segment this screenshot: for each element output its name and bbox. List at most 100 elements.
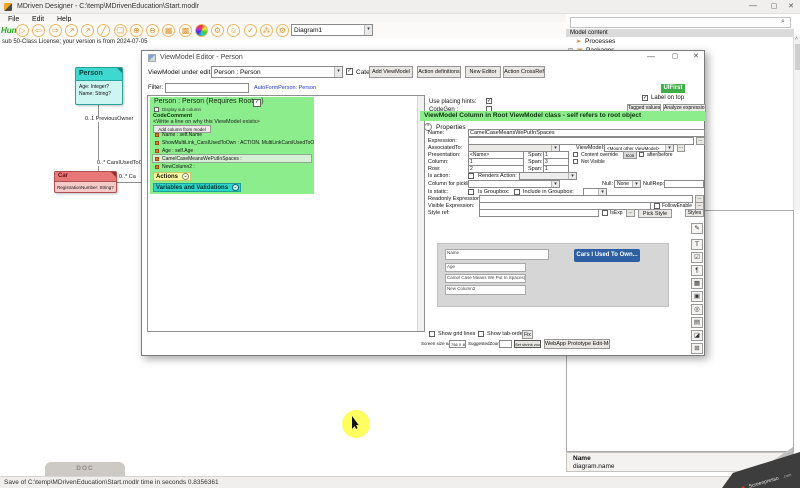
is-static-checkbox[interactable] (468, 189, 474, 195)
share-nodes-icon[interactable]: ⁂ (260, 24, 273, 37)
doc-tab[interactable]: DOC (45, 462, 125, 476)
gear-icon[interactable]: ⚙ (276, 24, 289, 37)
action-definitions-button[interactable]: Action definitions (417, 66, 461, 78)
scrollbar-thumb[interactable] (795, 44, 800, 70)
after-before-checkbox[interactable] (639, 152, 644, 157)
action-crossref-button[interactable]: Action CrossRef (503, 66, 545, 78)
pick-style-button[interactable]: Pick Style (638, 209, 672, 218)
chevron-down-icon[interactable]: ⌄ (182, 173, 189, 180)
viewmodel-column-row[interactable]: ShowMultiLink_CarsIUsedToOwn : ACTION. M… (162, 140, 314, 146)
fix-button[interactable]: Fix (522, 330, 533, 339)
preview-cars-button[interactable]: Cars I Used To Own... (574, 249, 640, 262)
chevron-down-icon[interactable]: ⌄ (232, 184, 239, 191)
show-tab-order-checkbox[interactable] (478, 331, 484, 337)
diagram-slide-icon[interactable]: ▦ (162, 24, 175, 37)
is-action-checkbox[interactable] (468, 173, 474, 179)
nullrep-input[interactable] (664, 180, 704, 188)
variables-section[interactable]: Variables and Validations ⌄ (153, 183, 241, 192)
sidebar-scrollbar[interactable]: ˄ (793, 36, 800, 210)
forward-icon[interactable]: ⇨ (49, 24, 62, 37)
dropdown-arrow-icon[interactable]: ▾ (568, 173, 576, 179)
tree-item-processes[interactable]: Processes (585, 38, 615, 45)
preview-field-newcolumn2[interactable]: New Column2 (445, 285, 526, 295)
style-ellipsis-button[interactable]: ... (626, 209, 635, 217)
pointer-line-icon[interactable]: ↗ (81, 24, 94, 37)
checkbox-column-icon[interactable]: ☑ (691, 252, 703, 263)
preview-field-age[interactable]: Age (445, 263, 526, 272)
user-icon[interactable]: ☺ (227, 24, 240, 37)
image-column-icon[interactable]: ▣ (691, 291, 703, 302)
zoom-out-icon[interactable]: ⊖ (146, 24, 159, 37)
filter-input[interactable] (165, 83, 249, 93)
null-combo[interactable]: None ▾ (614, 180, 641, 188)
back-icon[interactable]: ⇦ (32, 24, 45, 37)
viewmodel-mount-combo[interactable]: <Mount other ViewModel> ▾ (604, 144, 674, 152)
viewmodel-column-row-selected[interactable]: CamelCaseMeansWePutInSpaces : (162, 156, 242, 162)
line-tool-icon[interactable]: ╱ (97, 24, 110, 37)
date-column-icon[interactable]: ▦ (691, 278, 703, 289)
style-edit-icon[interactable]: ✎ (691, 223, 703, 234)
window-close-button[interactable]: ✕ (784, 1, 798, 13)
dropdown-arrow-icon[interactable]: ▾ (632, 181, 640, 187)
styles-button[interactable]: Styles (685, 209, 704, 217)
column-for-picklist-combo[interactable]: ▾ (468, 180, 560, 188)
preview-field-name[interactable]: Name (445, 249, 549, 260)
renders-action-combo[interactable]: ▾ (519, 172, 577, 180)
not-visible-checkbox[interactable] (573, 159, 578, 164)
viewport-icon[interactable]: ❏ (114, 24, 127, 37)
categ-checkbox[interactable]: ✓ (346, 68, 353, 75)
search-icon[interactable]: ⌕ (781, 18, 785, 26)
link-column-icon[interactable]: ◎ (691, 304, 703, 315)
dialog-minimize-button[interactable]: — (643, 52, 659, 63)
name-input[interactable]: CamelCaseMeansWePutInSpaces (468, 129, 705, 137)
viewmodel-column-row[interactable]: NewColumn2 : (162, 164, 195, 170)
display-sub-column-checkbox[interactable] (154, 107, 159, 112)
icon-button[interactable]: Icon (623, 151, 637, 159)
autoform-link[interactable]: AutoFormPerson: Person (254, 85, 316, 91)
screen-size-value[interactable]: 756 X 800 (449, 340, 466, 348)
dropdown-arrow-icon[interactable]: ▾ (665, 145, 673, 151)
add-viewmodel-button[interactable]: Add ViewModel (369, 66, 413, 78)
dropdown-arrow-icon[interactable]: ▾ (364, 25, 372, 35)
dialog-close-button[interactable]: ✕ (689, 52, 703, 63)
webapp-prototype-button[interactable]: WebApp Prototype Edit-Mode (544, 339, 610, 349)
association-label-cars-partial[interactable]: 0..* Ca (119, 174, 141, 180)
style-ref-input[interactable] (479, 209, 599, 217)
footer-column-icon[interactable]: ⊞ (691, 343, 703, 354)
set-shrink-zoom-button[interactable]: Set shrink zoom to fit (514, 340, 541, 348)
diagram-slide-alt-icon[interactable]: ▩ (179, 24, 192, 37)
show-grid-lines-checkbox[interactable] (429, 331, 435, 337)
under-edit-combo[interactable]: Person : Person ▾ (211, 66, 343, 78)
dropdown-arrow-icon[interactable]: ▾ (551, 181, 559, 187)
dropdown-arrow-icon[interactable]: ▾ (334, 67, 342, 77)
suggested-zoom-input[interactable] (499, 340, 512, 348)
actions-section[interactable]: Actions ⌄ (153, 172, 191, 181)
search-input[interactable]: Start a search like this /Class[/Member] (570, 17, 791, 28)
expression-ellipsis-button[interactable]: ... (696, 137, 705, 145)
text-column-icon[interactable]: T (691, 239, 703, 250)
enum-column-icon[interactable]: ¶ (691, 265, 703, 276)
viewmodel-ellipsis-button[interactable]: ... (677, 144, 685, 152)
pointer-icon[interactable]: ↗ (65, 24, 78, 37)
settings-gears-icon[interactable]: ⚙ (211, 24, 224, 37)
isexp-checkbox[interactable] (602, 210, 608, 216)
picture-column-icon[interactable]: ▤ (691, 317, 703, 328)
window-maximize-button[interactable]: ▢ (766, 1, 782, 13)
chart-column-icon[interactable]: ◪ (691, 330, 703, 341)
window-minimize-button[interactable]: — (744, 1, 762, 13)
dialog-maximize-button[interactable]: ▢ (667, 52, 683, 63)
viewmodel-column-row[interactable]: Name : self.Name (162, 132, 202, 138)
scroll-up-icon[interactable]: ˄ (795, 36, 798, 42)
zoom-in-icon[interactable]: ⊕ (130, 24, 143, 37)
run-icon[interactable]: ▷ (16, 24, 29, 37)
color-wheel-icon[interactable] (195, 24, 208, 37)
class-box-person[interactable]: Person Age: Integer? Name: String? (75, 67, 123, 105)
association-label-previous-owner[interactable]: 0..1 PreviousOwner (84, 116, 135, 122)
row-input[interactable]: 2 (468, 165, 524, 173)
tree-pane-scrollbar[interactable] (417, 96, 424, 331)
label-on-top-checkbox[interactable]: ✓ (642, 95, 648, 101)
use-placing-hints-checkbox[interactable]: ✓ (486, 98, 492, 104)
content-override-checkbox[interactable] (573, 152, 578, 157)
association-line-car-right[interactable] (117, 182, 141, 183)
diagram-selector[interactable]: Diagram1 ▾ (291, 24, 373, 36)
